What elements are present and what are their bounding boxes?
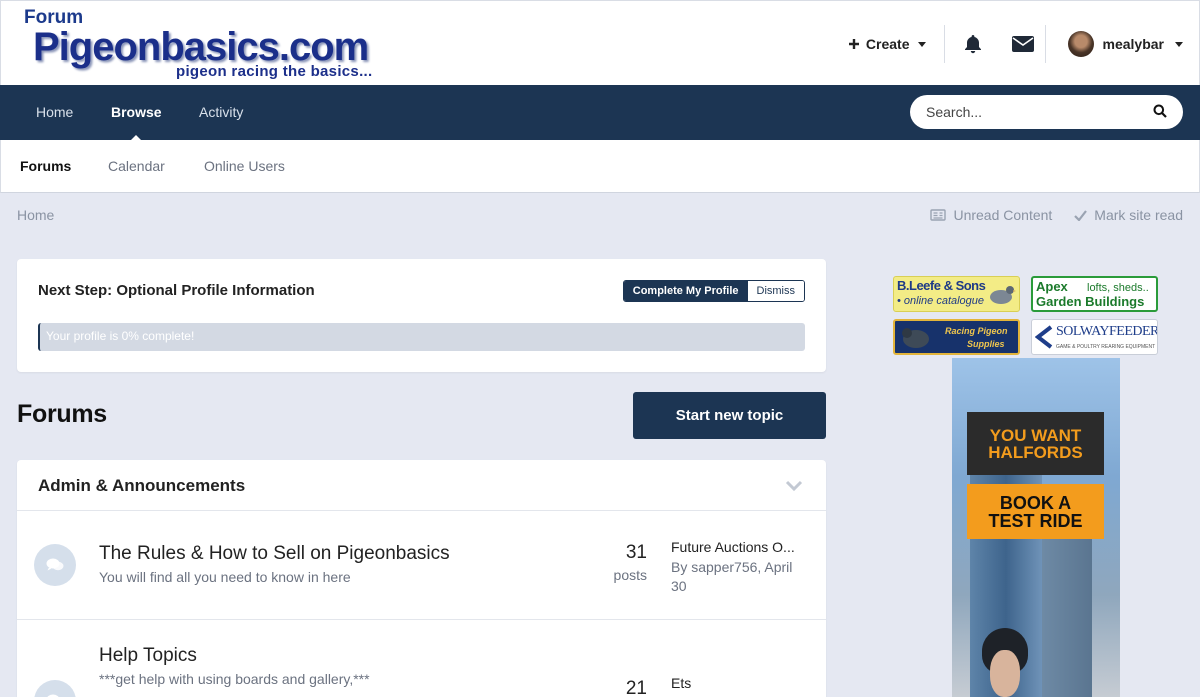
envelope-icon [1011, 36, 1034, 52]
nav-browse[interactable]: Browse [111, 85, 162, 141]
ad-apex-garden-buildings[interactable]: Apex lofts, sheds.. Garden Buildings [1031, 276, 1158, 312]
subnav-forums[interactable]: Forums [20, 140, 71, 192]
site-header: Forum Pigeonbasics.com pigeon racing the… [0, 0, 1200, 85]
search-input[interactable] [926, 104, 1126, 120]
pigeon-icon [990, 286, 1016, 304]
create-menu-button[interactable]: Create [848, 36, 944, 52]
ad-text: • online catalogue [897, 295, 985, 307]
chevron-down-icon[interactable] [785, 480, 803, 492]
last-post-title[interactable]: Ets [671, 675, 811, 691]
site-logo[interactable]: Forum Pigeonbasics.com pigeon racing the… [21, 5, 381, 83]
profile-step-title: Next Step: Optional Profile Information [38, 282, 315, 299]
complete-profile-button[interactable]: Complete My Profile [623, 281, 748, 301]
primary-nav: Home Browse Activity [0, 85, 1200, 141]
start-new-topic-button[interactable]: Start new topic [633, 392, 826, 439]
forum-description: You will find all you need to know in he… [99, 569, 351, 585]
forum-description: ***get help with using boards and galler… [99, 671, 370, 687]
last-post-title[interactable]: Future Auctions O... [671, 539, 811, 555]
username: mealybar [1102, 36, 1164, 52]
profile-button-group: Complete My Profile Dismiss [622, 280, 805, 302]
subnav-online-users[interactable]: Online Users [204, 140, 285, 192]
newspaper-icon [930, 209, 947, 221]
ad-text: HALFORDS [988, 442, 1083, 462]
post-count-label: posts [613, 567, 647, 583]
pigeon-icon [902, 328, 929, 348]
ad-text: TEST RIDE [988, 510, 1083, 531]
search-box [910, 95, 1183, 129]
ad-text: Garden Buildings [1036, 294, 1145, 309]
ad-text: SOLWAYFEEDERS [1056, 324, 1158, 339]
forum-status-icon [34, 680, 76, 697]
solway-logo-icon [1035, 325, 1053, 349]
chevron-down-icon [917, 41, 926, 47]
check-icon [1074, 209, 1088, 221]
last-post-author[interactable]: By sapper756, April 30 [671, 558, 811, 596]
breadcrumb-home[interactable]: Home [17, 207, 54, 223]
unread-content-link[interactable]: Unread Content [930, 207, 1052, 223]
ad-text: Apex [1036, 279, 1068, 294]
mark-site-read-label: Mark site read [1094, 207, 1183, 223]
secondary-nav: Forums Calendar Online Users [0, 140, 1200, 193]
search-icon[interactable] [1153, 104, 1167, 118]
ad-bleefe[interactable]: B.Leefe & Sons • online catalogue [893, 276, 1020, 312]
post-count: 31 [625, 542, 647, 563]
page-title: Forums [17, 400, 107, 428]
category-title[interactable]: Admin & Announcements [38, 476, 245, 496]
chevron-down-icon [1175, 41, 1183, 47]
forum-category: Admin & Announcements The Rules & How to… [17, 460, 826, 697]
logo-tagline: pigeon racing the basics... [176, 63, 373, 80]
plus-icon [848, 39, 859, 49]
forum-title[interactable]: The Rules & How to Sell on Pigeonbasics [99, 543, 450, 565]
progress-text: Your profile is 0% complete! [46, 329, 195, 343]
messages-button[interactable] [1001, 23, 1045, 65]
ad-text: B.Leefe & Sons [897, 278, 986, 293]
ad-text: GAME & POULTRY REARING EQUIPMENT [1056, 344, 1156, 350]
ad-cta: BOOK A TEST RIDE [967, 484, 1104, 539]
ad-headline: YOU WANT HALFORDS [967, 412, 1104, 475]
ad-text: lofts, sheds.. [1087, 282, 1149, 294]
user-bar: Create mealybar [848, 23, 1183, 65]
ad-halfords-banner[interactable]: YOU WANT HALFORDS BOOK A TEST RIDE [952, 358, 1120, 697]
create-label: Create [865, 36, 910, 52]
ad-text: Supplies [967, 339, 1005, 349]
post-count: 21 [625, 678, 647, 697]
nav-browse-label: Browse [111, 104, 162, 120]
category-header: Admin & Announcements [17, 460, 826, 511]
forum-row: Help Topics ***get help with using board… [17, 620, 826, 697]
ad-text: YOU WANT [989, 425, 1082, 445]
profile-progress-bar: Your profile is 0% complete! [38, 323, 805, 351]
mark-site-read-link[interactable]: Mark site read [1074, 207, 1183, 223]
nav-activity[interactable]: Activity [199, 85, 243, 140]
forum-title[interactable]: Help Topics [99, 645, 197, 667]
ad-solway-feeders[interactable]: SOLWAYFEEDERS GAME & POULTRY REARING EQU… [1031, 319, 1158, 355]
avatar [1067, 31, 1094, 57]
user-menu[interactable]: mealybar [1046, 31, 1183, 57]
notifications-button[interactable] [945, 23, 1001, 65]
ad-text: BOOK A [999, 492, 1072, 513]
unread-content-label: Unread Content [953, 207, 1053, 223]
dismiss-button[interactable]: Dismiss [747, 281, 804, 301]
profile-completion-card: Next Step: Optional Profile Information … [17, 259, 826, 372]
forum-status-icon [34, 544, 76, 586]
forum-row: The Rules & How to Sell on Pigeonbasics … [17, 511, 826, 620]
breadcrumb-actions: Unread Content Mark site read [930, 207, 1183, 223]
rider-face-graphic [990, 650, 1020, 697]
ad-text: Racing Pigeon [945, 326, 1008, 336]
bell-icon [964, 35, 981, 54]
subnav-calendar[interactable]: Calendar [108, 140, 165, 192]
chat-bubbles-icon [46, 558, 64, 571]
ad-racing-pigeon-supplies[interactable]: Racing Pigeon Supplies [893, 319, 1020, 355]
nav-home[interactable]: Home [36, 85, 73, 140]
